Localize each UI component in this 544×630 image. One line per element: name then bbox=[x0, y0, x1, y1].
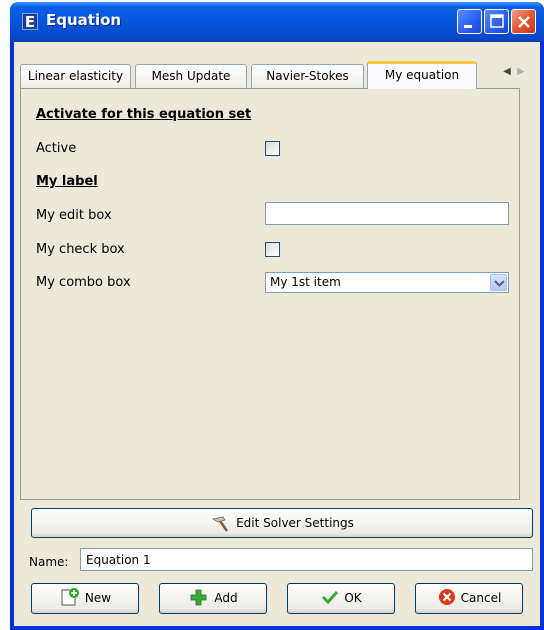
my-edit-box[interactable] bbox=[265, 202, 509, 225]
close-button[interactable] bbox=[511, 9, 536, 34]
tab-label: Navier-Stokes bbox=[266, 69, 349, 83]
active-label: Active bbox=[36, 141, 77, 156]
chevron-down-icon bbox=[494, 280, 505, 287]
minimize-button[interactable] bbox=[457, 9, 482, 34]
minimize-icon bbox=[464, 25, 472, 28]
cancel-icon bbox=[438, 589, 455, 605]
dialog-client-area: Linear elasticity Mesh Update Navier-Sto… bbox=[14, 42, 540, 626]
activate-heading: Activate for this equation set bbox=[36, 107, 252, 122]
check-box-label: My check box bbox=[36, 242, 125, 257]
tab-label: My equation bbox=[384, 68, 460, 82]
close-icon bbox=[518, 16, 530, 28]
maximize-button[interactable] bbox=[484, 9, 509, 34]
new-button[interactable]: New bbox=[31, 583, 139, 614]
name-input[interactable] bbox=[80, 548, 533, 571]
tab-scroll-left-icon[interactable]: ◀ bbox=[500, 62, 514, 82]
my-combo-box[interactable]: My 1st item bbox=[265, 272, 509, 293]
equation-window: E Equation Linear elasticity Mesh Update… bbox=[10, 2, 544, 630]
combo-box-label: My combo box bbox=[36, 275, 131, 290]
solver-button-label: Edit Solver Settings bbox=[236, 516, 354, 530]
tab-label: Mesh Update bbox=[151, 69, 231, 83]
my-equation-panel: Activate for this equation set Active My… bbox=[20, 88, 520, 500]
checkmark-icon bbox=[322, 590, 339, 605]
new-button-label: New bbox=[84, 591, 112, 605]
active-checkbox[interactable] bbox=[265, 141, 280, 156]
tab-my-equation[interactable]: My equation bbox=[367, 61, 477, 89]
hammer-icon bbox=[212, 516, 229, 532]
tab-bar: Linear elasticity Mesh Update Navier-Sto… bbox=[20, 61, 536, 89]
ok-button[interactable]: OK bbox=[287, 583, 395, 614]
tab-scroll-arrows: ◀ ▶ bbox=[500, 62, 530, 82]
tab-navier-stokes[interactable]: Navier-Stokes bbox=[251, 64, 364, 88]
edit-box-label: My edit box bbox=[36, 208, 112, 223]
add-button-label: Add bbox=[214, 591, 238, 605]
tab-label: Linear elasticity bbox=[27, 69, 124, 83]
cancel-button[interactable]: Cancel bbox=[415, 583, 523, 614]
combo-dropdown-button[interactable] bbox=[490, 274, 507, 291]
add-button[interactable]: Add bbox=[159, 583, 267, 614]
ok-button-label: OK bbox=[344, 591, 362, 605]
plus-icon bbox=[190, 589, 207, 606]
tab-mesh-update[interactable]: Mesh Update bbox=[135, 64, 247, 88]
name-label: Name: bbox=[29, 555, 69, 569]
edit-solver-settings-button[interactable]: Edit Solver Settings bbox=[31, 508, 533, 538]
cancel-button-label: Cancel bbox=[460, 591, 502, 605]
my-check-box[interactable] bbox=[265, 242, 280, 257]
tab-scroll-right-icon[interactable]: ▶ bbox=[514, 62, 528, 82]
new-document-icon bbox=[61, 588, 79, 606]
combo-selected-value: My 1st item bbox=[270, 275, 341, 289]
app-icon: E bbox=[22, 13, 38, 31]
my-label-heading: My label bbox=[36, 174, 98, 189]
window-title: Equation bbox=[46, 11, 122, 29]
title-bar[interactable]: E Equation bbox=[10, 2, 544, 42]
maximize-icon bbox=[490, 14, 504, 28]
tab-linear-elasticity[interactable]: Linear elasticity bbox=[20, 64, 131, 88]
